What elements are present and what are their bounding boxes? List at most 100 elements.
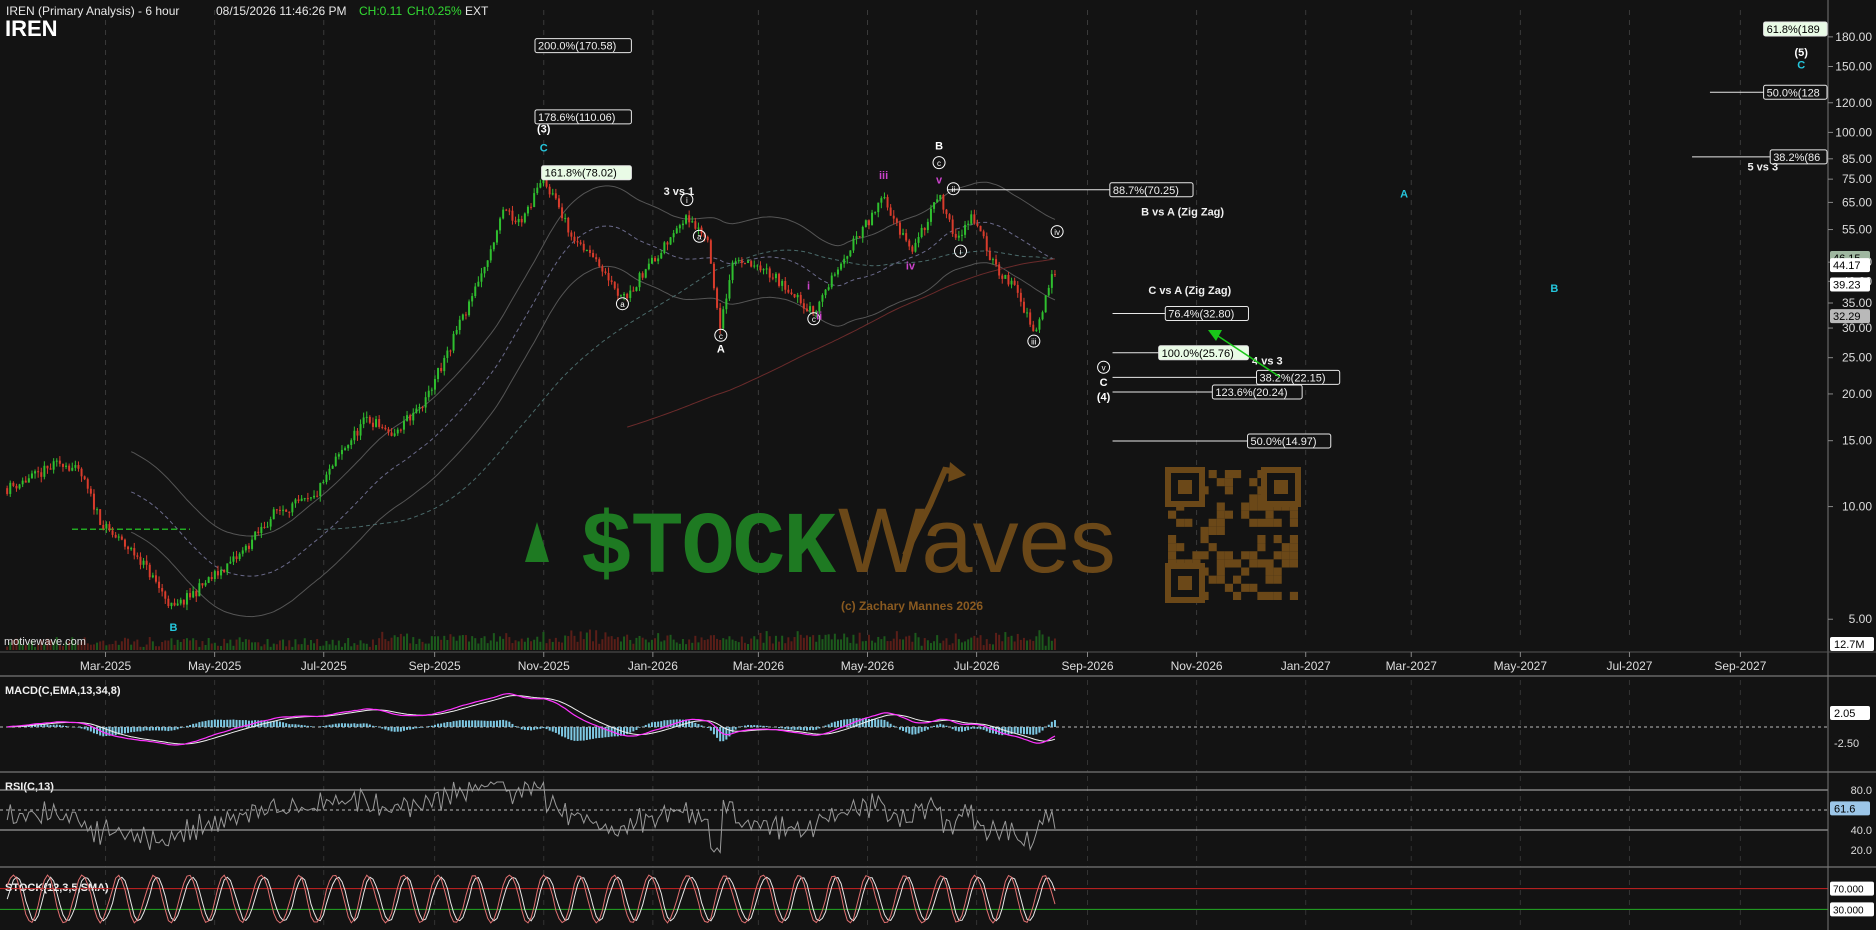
qr-cell (1249, 559, 1258, 568)
macd-hist-bar (294, 724, 297, 727)
candle-body (784, 280, 787, 290)
candle-body (117, 536, 120, 538)
volume-bar (158, 646, 161, 650)
macd-hist-bar (902, 727, 905, 731)
candle-body (471, 296, 474, 302)
candle-body (71, 467, 74, 471)
macd-hist-bar (598, 727, 601, 738)
volume-bar (291, 646, 294, 650)
candle-body (387, 429, 390, 433)
candle-body (734, 261, 737, 263)
volume-bar (867, 634, 870, 650)
volume-bar (654, 638, 657, 650)
macd-hist-bar (533, 727, 536, 730)
macd-hist-bar (629, 727, 632, 733)
volume-bar (440, 639, 443, 650)
volume-bar (241, 641, 244, 650)
macd-hist-bar (468, 720, 471, 727)
macd-hist-bar (176, 727, 179, 730)
macd-hist-bar (954, 727, 957, 731)
volume-bar (644, 639, 647, 650)
candle-body (1019, 292, 1022, 302)
volume-bar (855, 643, 858, 650)
candle-body (716, 288, 719, 308)
candle-body (880, 198, 883, 203)
volume-bar (712, 635, 715, 650)
volume-bar (709, 635, 712, 650)
watermark-copyright: (c) Zachary Mannes 2026 (841, 599, 983, 613)
macd-hist-bar (759, 725, 762, 727)
candle-body (576, 241, 579, 243)
macd-hist-bar (592, 727, 595, 739)
volume-bar (105, 645, 108, 650)
volume-bar (886, 641, 889, 650)
volume-bar (1007, 636, 1010, 650)
qr-cell (1216, 559, 1225, 568)
candle-body (598, 259, 601, 267)
candle-body (486, 260, 489, 267)
macd-hist-bar (461, 720, 464, 727)
timestamp: 08/15/2026 11:46:26 PM (216, 4, 347, 18)
volume-bar (991, 644, 994, 650)
volume-bar (238, 637, 241, 650)
macd-hist-bar (973, 727, 976, 729)
volume-bar (167, 640, 170, 650)
volume-bar (340, 646, 343, 650)
macd-hist-bar (815, 727, 818, 730)
candle-body (440, 368, 443, 372)
qr-cell (1241, 510, 1250, 519)
candle-body (998, 264, 1001, 276)
candle-body (514, 220, 517, 223)
macd-hist-bar (883, 719, 886, 727)
candle-body (232, 556, 235, 562)
volume-bar (728, 636, 731, 650)
volume-bar (731, 639, 734, 650)
macd-hist-bar (917, 727, 920, 734)
macd-hist-bar (1019, 727, 1022, 734)
macd-hist-bar (133, 727, 136, 732)
macd-hist-bar (213, 719, 216, 727)
candle-body (995, 259, 998, 265)
volume-bar (511, 643, 514, 650)
x-tick-label: Jul-2027 (1606, 659, 1652, 673)
macd-hist-bar (322, 725, 325, 727)
candle-body (530, 206, 533, 208)
x-tick-label: Mar-2026 (733, 659, 785, 673)
change-percent: CH:0.25% (407, 4, 462, 18)
volume-bar (995, 632, 998, 650)
volume-bar (957, 639, 960, 650)
macd-hist-bar (309, 726, 312, 727)
macd-hist-bar (486, 720, 489, 727)
y-tick-label: 55.00 (1842, 223, 1872, 237)
volume-bar (582, 639, 585, 650)
macd-hist-bar (898, 727, 901, 730)
candle-body (182, 599, 185, 605)
volume-bar (650, 639, 653, 650)
candle-body (49, 468, 52, 470)
macd-hist-bar (458, 720, 461, 727)
candle-body (517, 218, 520, 223)
volume-bar (787, 637, 790, 650)
candle-body (136, 555, 139, 557)
candle-body (526, 206, 529, 214)
candle-body (300, 498, 303, 501)
macd-hist-bar (756, 725, 759, 727)
macd-hist-bar (164, 727, 167, 731)
candle-body (762, 269, 765, 271)
macd-hist-bar (347, 723, 350, 727)
volume-bar (694, 635, 697, 650)
volume-bar (821, 639, 824, 650)
volume-bar (402, 636, 405, 650)
volume-bar (585, 632, 588, 650)
volume-bar (313, 643, 316, 650)
macd-hist-bar (818, 727, 821, 729)
rsi-tick-label: 20.0 (1851, 845, 1872, 857)
macd-hist-bar (449, 722, 452, 727)
macd-hist-bar (399, 727, 402, 732)
candle-body (1004, 274, 1007, 279)
volume-bar (393, 635, 396, 650)
macd-hist-bar (229, 719, 232, 727)
qr-cell (1249, 502, 1258, 511)
candle-body (579, 242, 582, 244)
candle-body (1026, 312, 1029, 314)
